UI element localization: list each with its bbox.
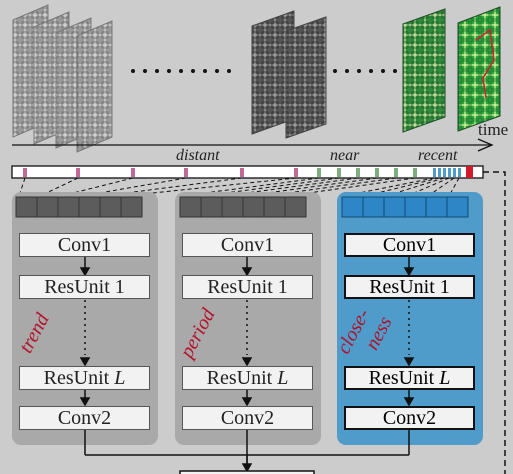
trend-conv1-box: Conv1 xyxy=(19,233,150,257)
trend-resunitL-box: ResUnit L xyxy=(19,366,150,390)
trend-resunit1-box: ResUnit 1 xyxy=(19,275,150,299)
period-resunitL-box: ResUnit L xyxy=(182,366,313,390)
input-strip-period xyxy=(179,196,307,218)
period-resunit1-box: ResUnit 1 xyxy=(182,275,313,299)
trend-resunitL-text: ResUnit xyxy=(43,366,115,389)
closeness-conv1-box: Conv1 xyxy=(344,233,475,257)
closeness-resunitL-text: ResUnit xyxy=(368,366,440,389)
input-strip-closeness xyxy=(341,196,469,218)
period-L-symbol: L xyxy=(277,366,289,389)
trend-conv2-box: Conv2 xyxy=(19,406,150,430)
closeness-L-symbol: L xyxy=(439,366,451,389)
closeness-resunitL-box: ResUnit L xyxy=(344,366,475,390)
period-resunitL-text: ResUnit xyxy=(206,366,278,389)
merge-lines xyxy=(85,454,409,473)
trend-L-symbol: L xyxy=(114,366,126,389)
period-conv2-box: Conv2 xyxy=(182,406,313,430)
input-strip-trend xyxy=(15,196,143,218)
closeness-resunit1-box: ResUnit 1 xyxy=(344,275,475,299)
period-conv1-box: Conv1 xyxy=(182,233,313,257)
closeness-conv2-box: Conv2 xyxy=(344,406,475,430)
